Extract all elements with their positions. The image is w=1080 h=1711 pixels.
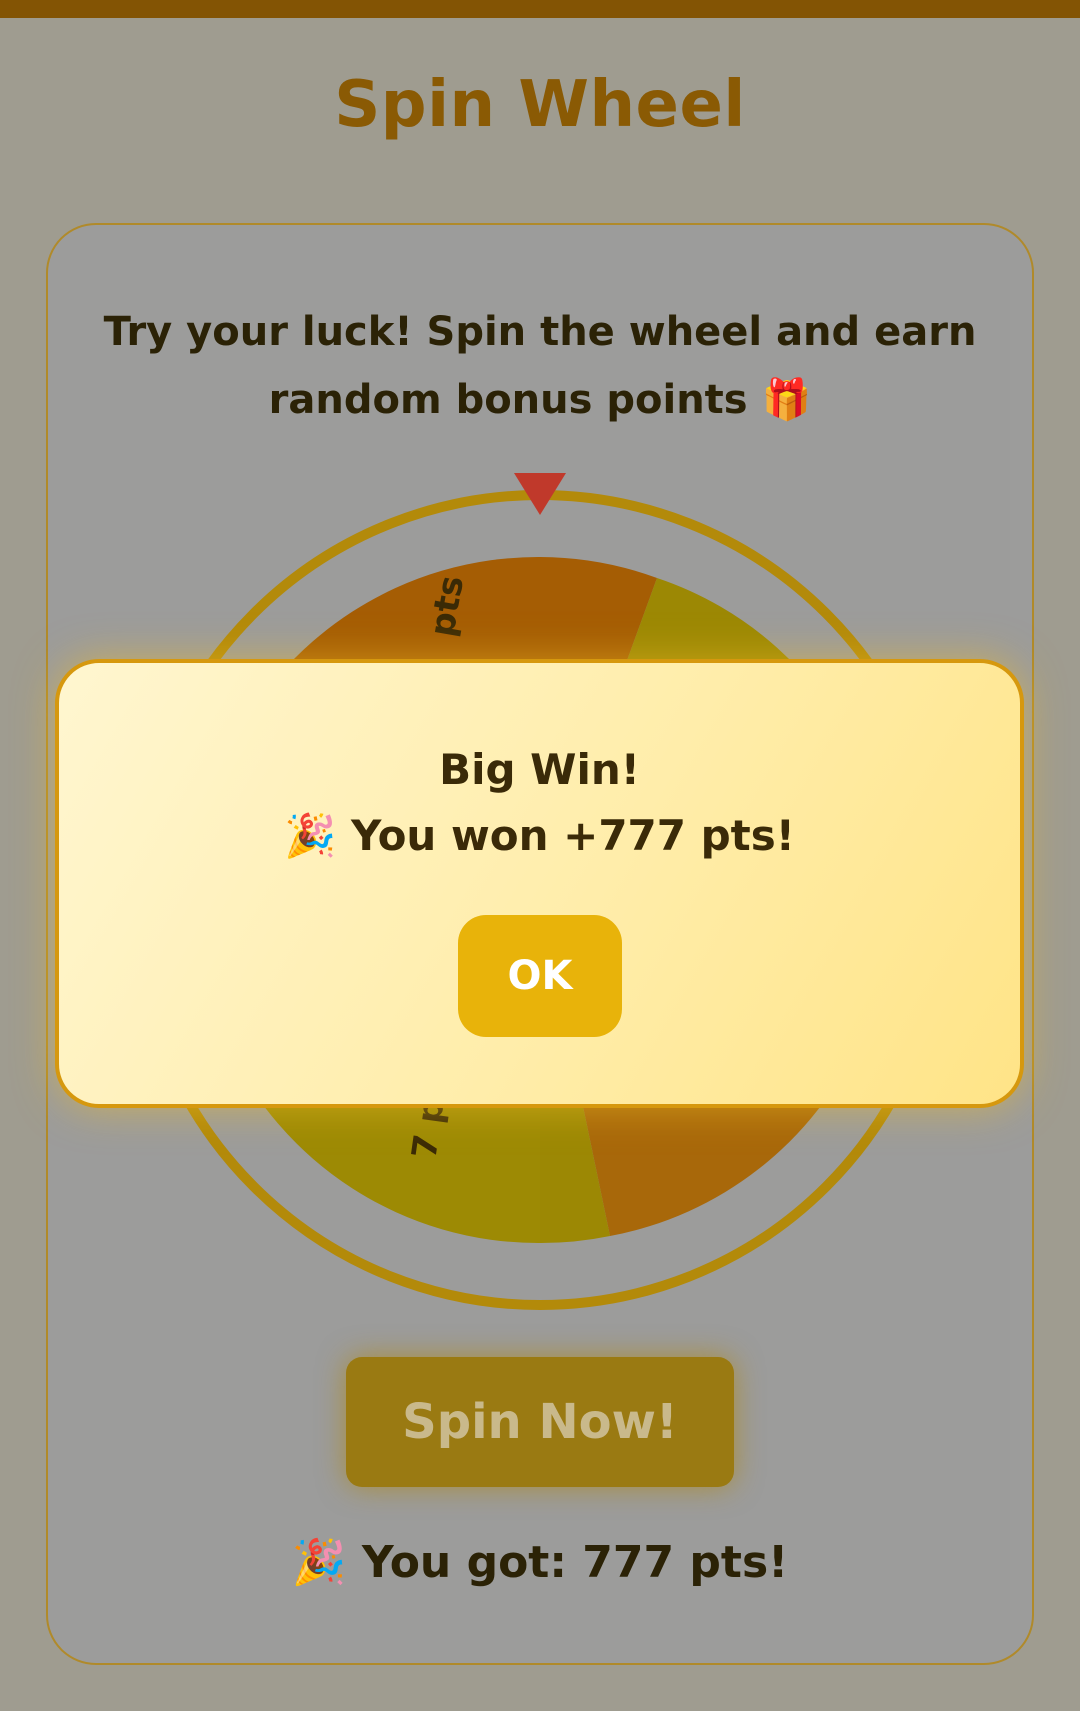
spin-result-text: 🎉 You got: 777 pts! xyxy=(291,1537,789,1588)
win-modal: Big Win! 🎉 You won +777 pts! OK xyxy=(55,659,1024,1108)
ok-button[interactable]: OK xyxy=(458,915,622,1037)
spin-wheel-page: Spin Wheel Try your luck! Spin the wheel… xyxy=(0,0,1080,1711)
page-title: Spin Wheel xyxy=(334,68,746,142)
spin-now-button[interactable]: Spin Now! xyxy=(346,1357,734,1487)
top-bar xyxy=(0,0,1080,18)
card-subtitle: Try your luck! Spin the wheel and earn r… xyxy=(103,309,977,423)
modal-message: 🎉 You won +777 pts! xyxy=(284,811,795,860)
modal-title: Big Win! xyxy=(439,745,640,794)
